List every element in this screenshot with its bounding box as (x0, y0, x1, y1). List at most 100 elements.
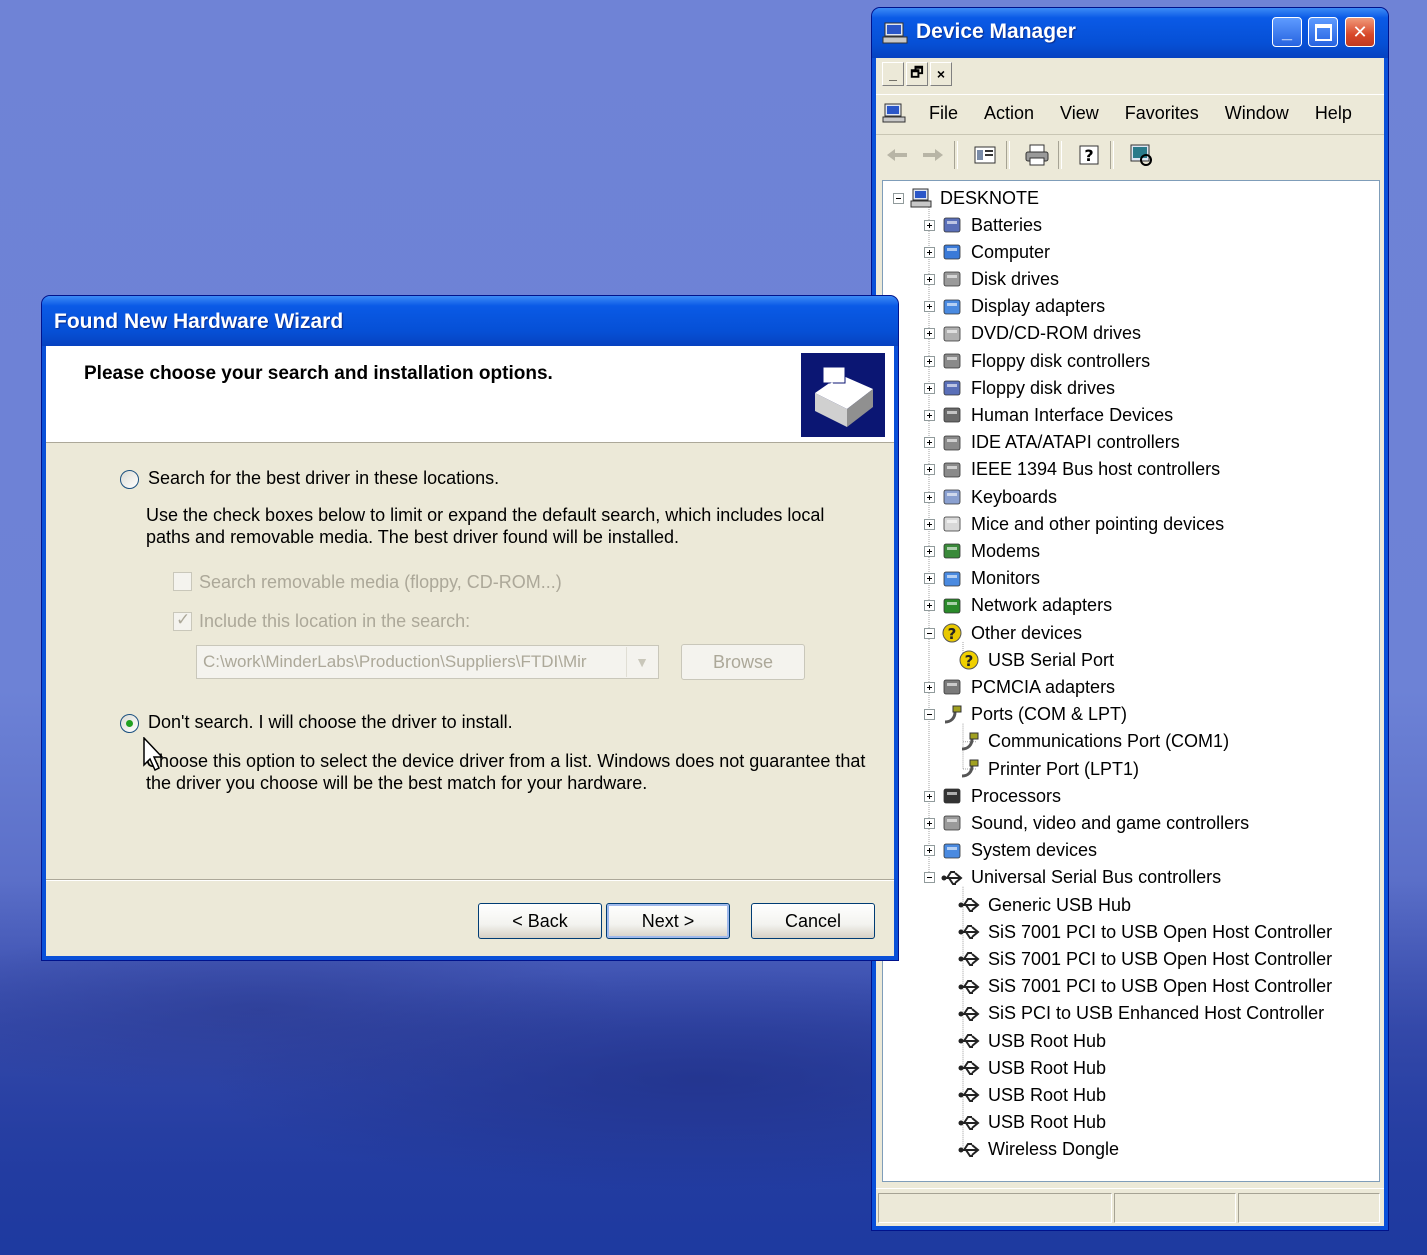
tree-node[interactable]: ? USB Serial Port (958, 647, 1114, 673)
mdi-restore-button[interactable]: 🗗 (906, 62, 928, 86)
expand-toggle[interactable] (924, 355, 935, 367)
tree-node-label: Generic USB Hub (988, 894, 1132, 915)
dont-search-radio[interactable] (120, 714, 139, 733)
tree-node[interactable]: Monitors (924, 566, 1040, 592)
wizard-titlebar[interactable]: Found New Hardware Wizard (42, 296, 898, 346)
tree-node[interactable]: SiS PCI to USB Enhanced Host Controller (958, 1001, 1324, 1027)
mdi-minimize-button[interactable]: _ (882, 62, 904, 86)
expand-toggle[interactable] (924, 845, 935, 857)
mdi-close-button[interactable]: × (930, 62, 952, 86)
tree-node[interactable]: Sound, video and game controllers (924, 810, 1249, 836)
tree-node[interactable]: SiS 7001 PCI to USB Open Host Controller (958, 946, 1332, 972)
disk-drive-icon (943, 271, 961, 287)
close-button[interactable]: ✕ (1345, 17, 1375, 47)
collapse-toggle[interactable] (924, 709, 935, 721)
close-icon: ✕ (1352, 21, 1368, 42)
tree-node[interactable]: Generic USB Hub (958, 892, 1131, 918)
tree-root-node[interactable]: DESKNOTE (893, 185, 1039, 211)
display-adapter-icon (943, 299, 961, 314)
expand-toggle[interactable] (924, 681, 935, 693)
maximize-button[interactable] (1308, 17, 1338, 47)
collapse-toggle[interactable] (924, 872, 935, 884)
expand-toggle[interactable] (924, 600, 935, 612)
search-locations-radio[interactable] (120, 470, 139, 489)
tree-node[interactable]: USB Root Hub (958, 1110, 1106, 1136)
tree-node[interactable]: Human Interface Devices (924, 402, 1173, 428)
dont-search-label[interactable]: Don't search. I will choose the driver t… (148, 711, 513, 733)
tree-node[interactable]: Disk drives (924, 266, 1059, 292)
tree-node[interactable]: Network adapters (924, 593, 1112, 619)
tree-node[interactable]: ? Other devices (924, 620, 1082, 646)
collapse-toggle[interactable] (924, 627, 935, 639)
tree-node[interactable]: Batteries (924, 212, 1042, 238)
tree-node[interactable]: Communications Port (COM1) (958, 729, 1229, 755)
menu-window[interactable]: Window (1212, 103, 1302, 124)
tree-node[interactable]: PCMCIA adapters (924, 674, 1115, 700)
tree-node[interactable]: Ports (COM & LPT) (924, 702, 1127, 728)
expand-toggle[interactable] (924, 790, 935, 802)
tree-node[interactable]: Printer Port (LPT1) (958, 756, 1139, 782)
tree-node[interactable]: Keyboards (924, 484, 1057, 510)
print-button[interactable] (1022, 140, 1052, 170)
menu-file[interactable]: File (916, 103, 971, 124)
expand-toggle[interactable] (924, 246, 935, 258)
tree-node[interactable]: USB Root Hub (958, 1028, 1106, 1054)
minimize-button[interactable]: _ (1272, 17, 1302, 47)
location-path-combobox[interactable]: C:\work\MinderLabs\Production\Suppliers\… (196, 645, 659, 679)
chevron-down-icon[interactable]: ▼ (626, 647, 657, 677)
expand-toggle[interactable] (924, 328, 935, 340)
scan-hardware-button[interactable] (1126, 140, 1156, 170)
tree-node[interactable]: Mice and other pointing devices (924, 511, 1224, 537)
tree-node[interactable]: IDE ATA/ATAPI controllers (924, 430, 1180, 456)
expand-toggle[interactable] (924, 219, 935, 231)
browse-button[interactable]: Browse (681, 644, 805, 680)
tree-node[interactable]: USB Root Hub (958, 1055, 1106, 1081)
tree-node[interactable]: Processors (924, 783, 1061, 809)
tree-node[interactable]: Display adapters (924, 294, 1105, 320)
expand-toggle[interactable] (924, 491, 935, 503)
expand-toggle[interactable] (924, 545, 935, 557)
tree-node[interactable]: Universal Serial Bus controllers (924, 865, 1221, 891)
port-icon (961, 732, 979, 751)
search-locations-label[interactable]: Search for the best driver in these loca… (148, 467, 499, 489)
menu-action[interactable]: Action (971, 103, 1047, 124)
tree-node[interactable]: IEEE 1394 Bus host controllers (924, 457, 1220, 483)
device-tree[interactable]: DESKNOTE Batteries Computer Disk drives Dis… (882, 180, 1380, 1182)
tree-node[interactable]: DVD/CD-ROM drives (924, 321, 1141, 347)
expand-toggle[interactable] (924, 301, 935, 313)
menu-view[interactable]: View (1047, 103, 1112, 124)
collapse-toggle[interactable] (893, 192, 904, 204)
expand-toggle[interactable] (924, 817, 935, 829)
cancel-button[interactable]: Cancel (751, 903, 875, 939)
device-manager-titlebar[interactable]: Device Manager _ ✕ (872, 8, 1388, 58)
tree-node-label: Processors (971, 785, 1062, 806)
usb-icon (958, 1142, 980, 1157)
back-button[interactable] (882, 140, 912, 170)
tree-node[interactable]: Modems (924, 538, 1040, 564)
search-removable-checkbox[interactable] (173, 572, 192, 591)
expand-toggle[interactable] (924, 437, 935, 449)
expand-toggle[interactable] (924, 409, 935, 421)
back-button[interactable]: < Back (478, 903, 602, 939)
properties-button[interactable] (970, 140, 1000, 170)
help-button[interactable]: ? (1074, 140, 1104, 170)
expand-toggle[interactable] (924, 518, 935, 530)
menu-help[interactable]: Help (1302, 103, 1365, 124)
expand-toggle[interactable] (924, 464, 935, 476)
include-location-checkbox[interactable] (173, 610, 192, 631)
expand-toggle[interactable] (924, 382, 935, 394)
tree-node[interactable]: Floppy disk drives (924, 375, 1115, 401)
port-icon (944, 705, 962, 724)
forward-button[interactable] (918, 140, 948, 170)
tree-node[interactable]: Floppy disk controllers (924, 348, 1150, 374)
tree-node[interactable]: System devices (924, 838, 1097, 864)
expand-toggle[interactable] (924, 573, 935, 585)
tree-node[interactable]: Wireless Dongle (958, 1137, 1119, 1163)
expand-toggle[interactable] (924, 273, 935, 285)
tree-node[interactable]: USB Root Hub (958, 1082, 1106, 1108)
tree-node[interactable]: SiS 7001 PCI to USB Open Host Controller (958, 919, 1332, 945)
menu-favorites[interactable]: Favorites (1112, 103, 1212, 124)
next-button[interactable]: Next > (606, 903, 730, 939)
tree-node[interactable]: SiS 7001 PCI to USB Open Host Controller (958, 974, 1332, 1000)
tree-node[interactable]: Computer (924, 239, 1050, 265)
